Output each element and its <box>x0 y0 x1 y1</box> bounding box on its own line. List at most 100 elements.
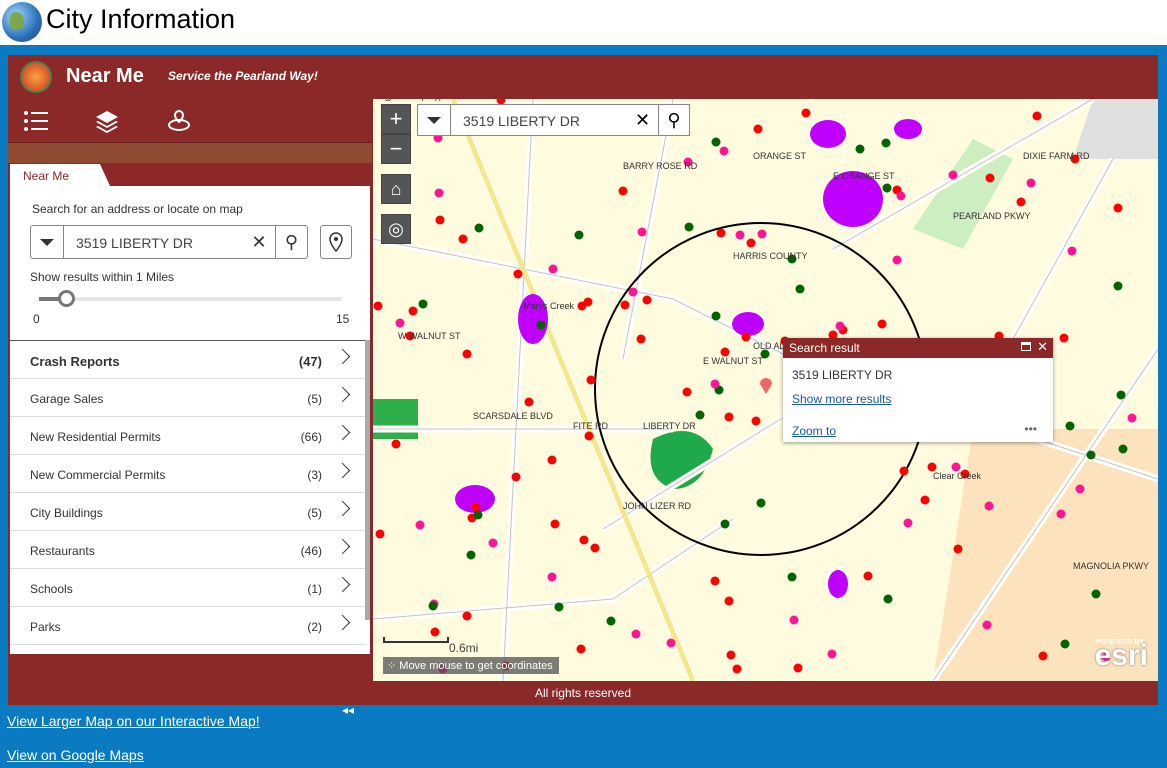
close-icon[interactable]: ✕ <box>1037 339 1048 355</box>
chevron-right-icon <box>334 500 351 517</box>
clear-icon[interactable]: ✕ <box>627 105 658 135</box>
category-name: Restaurants <box>30 544 95 558</box>
list-scrollbar[interactable] <box>365 340 370 620</box>
map-point <box>716 228 726 238</box>
category-name: Parks <box>30 620 61 634</box>
category-name: Garage Sales <box>30 392 104 406</box>
map-search-source-dropdown[interactable] <box>418 105 451 135</box>
map-point <box>375 529 385 539</box>
map-point <box>1113 203 1123 213</box>
zoom-in-button[interactable]: + <box>381 104 411 134</box>
locate-button[interactable] <box>320 225 352 259</box>
street-label: W WALNUT ST <box>398 331 461 341</box>
scale-bar <box>383 637 449 643</box>
street-label: Regional Airport <box>373 99 438 101</box>
map-point <box>793 663 803 673</box>
slider-min: 0 <box>33 312 40 326</box>
map-point <box>1026 178 1036 188</box>
more-actions-icon[interactable]: ••• <box>1024 422 1037 436</box>
category-name: City Buildings <box>30 506 103 520</box>
map-point <box>1086 450 1096 460</box>
street-label: LIBERTY DR <box>643 421 696 431</box>
category-row[interactable]: Restaurants (46) <box>10 531 366 569</box>
globe-icon <box>2 2 42 42</box>
map-point <box>547 572 557 582</box>
category-row[interactable]: New Residential Permits (66) <box>10 417 366 455</box>
location-pin-icon <box>329 232 343 252</box>
map-point <box>751 416 761 426</box>
map-point <box>756 498 766 508</box>
map-point <box>391 439 401 449</box>
maximize-icon[interactable] <box>1021 342 1031 351</box>
category-row[interactable]: New Commercial Permits (3) <box>10 455 366 493</box>
map-point <box>434 188 444 198</box>
category-row[interactable]: Crash Reports (47) <box>10 341 366 379</box>
map-point <box>985 173 995 183</box>
map-point <box>1016 197 1026 207</box>
search-icon[interactable]: ⚲ <box>275 226 307 258</box>
map-point <box>984 501 994 511</box>
category-row[interactable]: City Buildings (5) <box>10 493 366 531</box>
esri-logo: esri <box>1094 639 1148 672</box>
popup-address: 3519 LIBERTY DR <box>792 368 893 382</box>
map-point <box>550 519 560 529</box>
map-point <box>636 334 646 344</box>
map-point <box>631 629 641 639</box>
map-point <box>408 306 418 316</box>
zoom-out-button[interactable]: − <box>381 134 411 164</box>
category-row[interactable]: Schools (1) <box>10 569 366 607</box>
category-row[interactable]: Garage Sales (5) <box>10 379 366 417</box>
map-point <box>801 108 811 118</box>
map-point <box>466 550 476 560</box>
map-point <box>586 375 596 385</box>
locate-me-button[interactable]: ◎ <box>381 214 411 244</box>
map-point <box>1075 484 1085 494</box>
chevron-right-icon <box>334 614 351 631</box>
near-me-app: Near Me Service the Pearland Way! Near M… <box>8 55 1158 717</box>
layers-icon[interactable] <box>94 109 120 133</box>
category-row[interactable]: Parks (2) <box>10 607 366 645</box>
zoom-to-link[interactable]: Zoom to <box>792 424 836 438</box>
radius-slider[interactable] <box>39 290 342 307</box>
map-point <box>720 519 730 529</box>
gray-area <box>1073 99 1158 159</box>
footer: All rights reserved <box>534 686 632 700</box>
coordinates-widget[interactable]: ⁘ Move mouse to get coordinates <box>383 657 559 674</box>
radius-label: Show results within 1 Miles <box>30 270 175 284</box>
map-view[interactable]: ORANGE ST E ORANGE ST BARRY ROSE RD HARRIS … <box>373 99 1158 681</box>
search-icon[interactable]: ⚲ <box>658 105 689 135</box>
chevron-right-icon <box>334 386 351 403</box>
category-count: (66) <box>300 430 322 444</box>
map-point <box>1038 651 1048 661</box>
map-point <box>620 300 630 310</box>
google-maps-link[interactable]: View on Google Maps <box>7 747 144 763</box>
near-me-icon[interactable] <box>166 109 192 133</box>
map-point <box>637 227 647 237</box>
map-point <box>576 644 586 654</box>
larger-map-link[interactable]: View Larger Map on our Interactive Map! <box>7 713 260 729</box>
map-point <box>1127 413 1137 423</box>
map-point <box>735 230 745 240</box>
clear-icon[interactable]: ✕ <box>243 226 275 258</box>
map-point <box>1060 639 1070 649</box>
street-label: FITE RD <box>573 421 608 431</box>
category-count: (5) <box>307 392 322 406</box>
map-point <box>746 238 756 248</box>
app-name: Near Me <box>66 65 144 87</box>
popup-header: Search result ✕ <box>783 338 1053 358</box>
home-button[interactable]: ⌂ <box>381 174 411 204</box>
map-point <box>711 311 721 321</box>
street-label: E WALNUT ST <box>703 356 764 366</box>
map-point <box>757 229 767 239</box>
slider-handle[interactable] <box>58 290 75 307</box>
map-point <box>430 627 440 637</box>
show-more-results-link[interactable]: Show more results <box>792 392 891 406</box>
address-search-input[interactable]: 3519 LIBERTY DR <box>64 226 243 258</box>
map-point <box>953 544 963 554</box>
tab-near-me[interactable]: Near Me <box>10 164 110 186</box>
map-search-input[interactable]: 3519 LIBERTY DR <box>451 105 627 135</box>
list-icon[interactable] <box>23 109 49 133</box>
collapse-panel-button[interactable]: ◂◂ <box>342 703 354 717</box>
map-point <box>795 284 805 294</box>
search-source-dropdown[interactable] <box>31 226 64 258</box>
